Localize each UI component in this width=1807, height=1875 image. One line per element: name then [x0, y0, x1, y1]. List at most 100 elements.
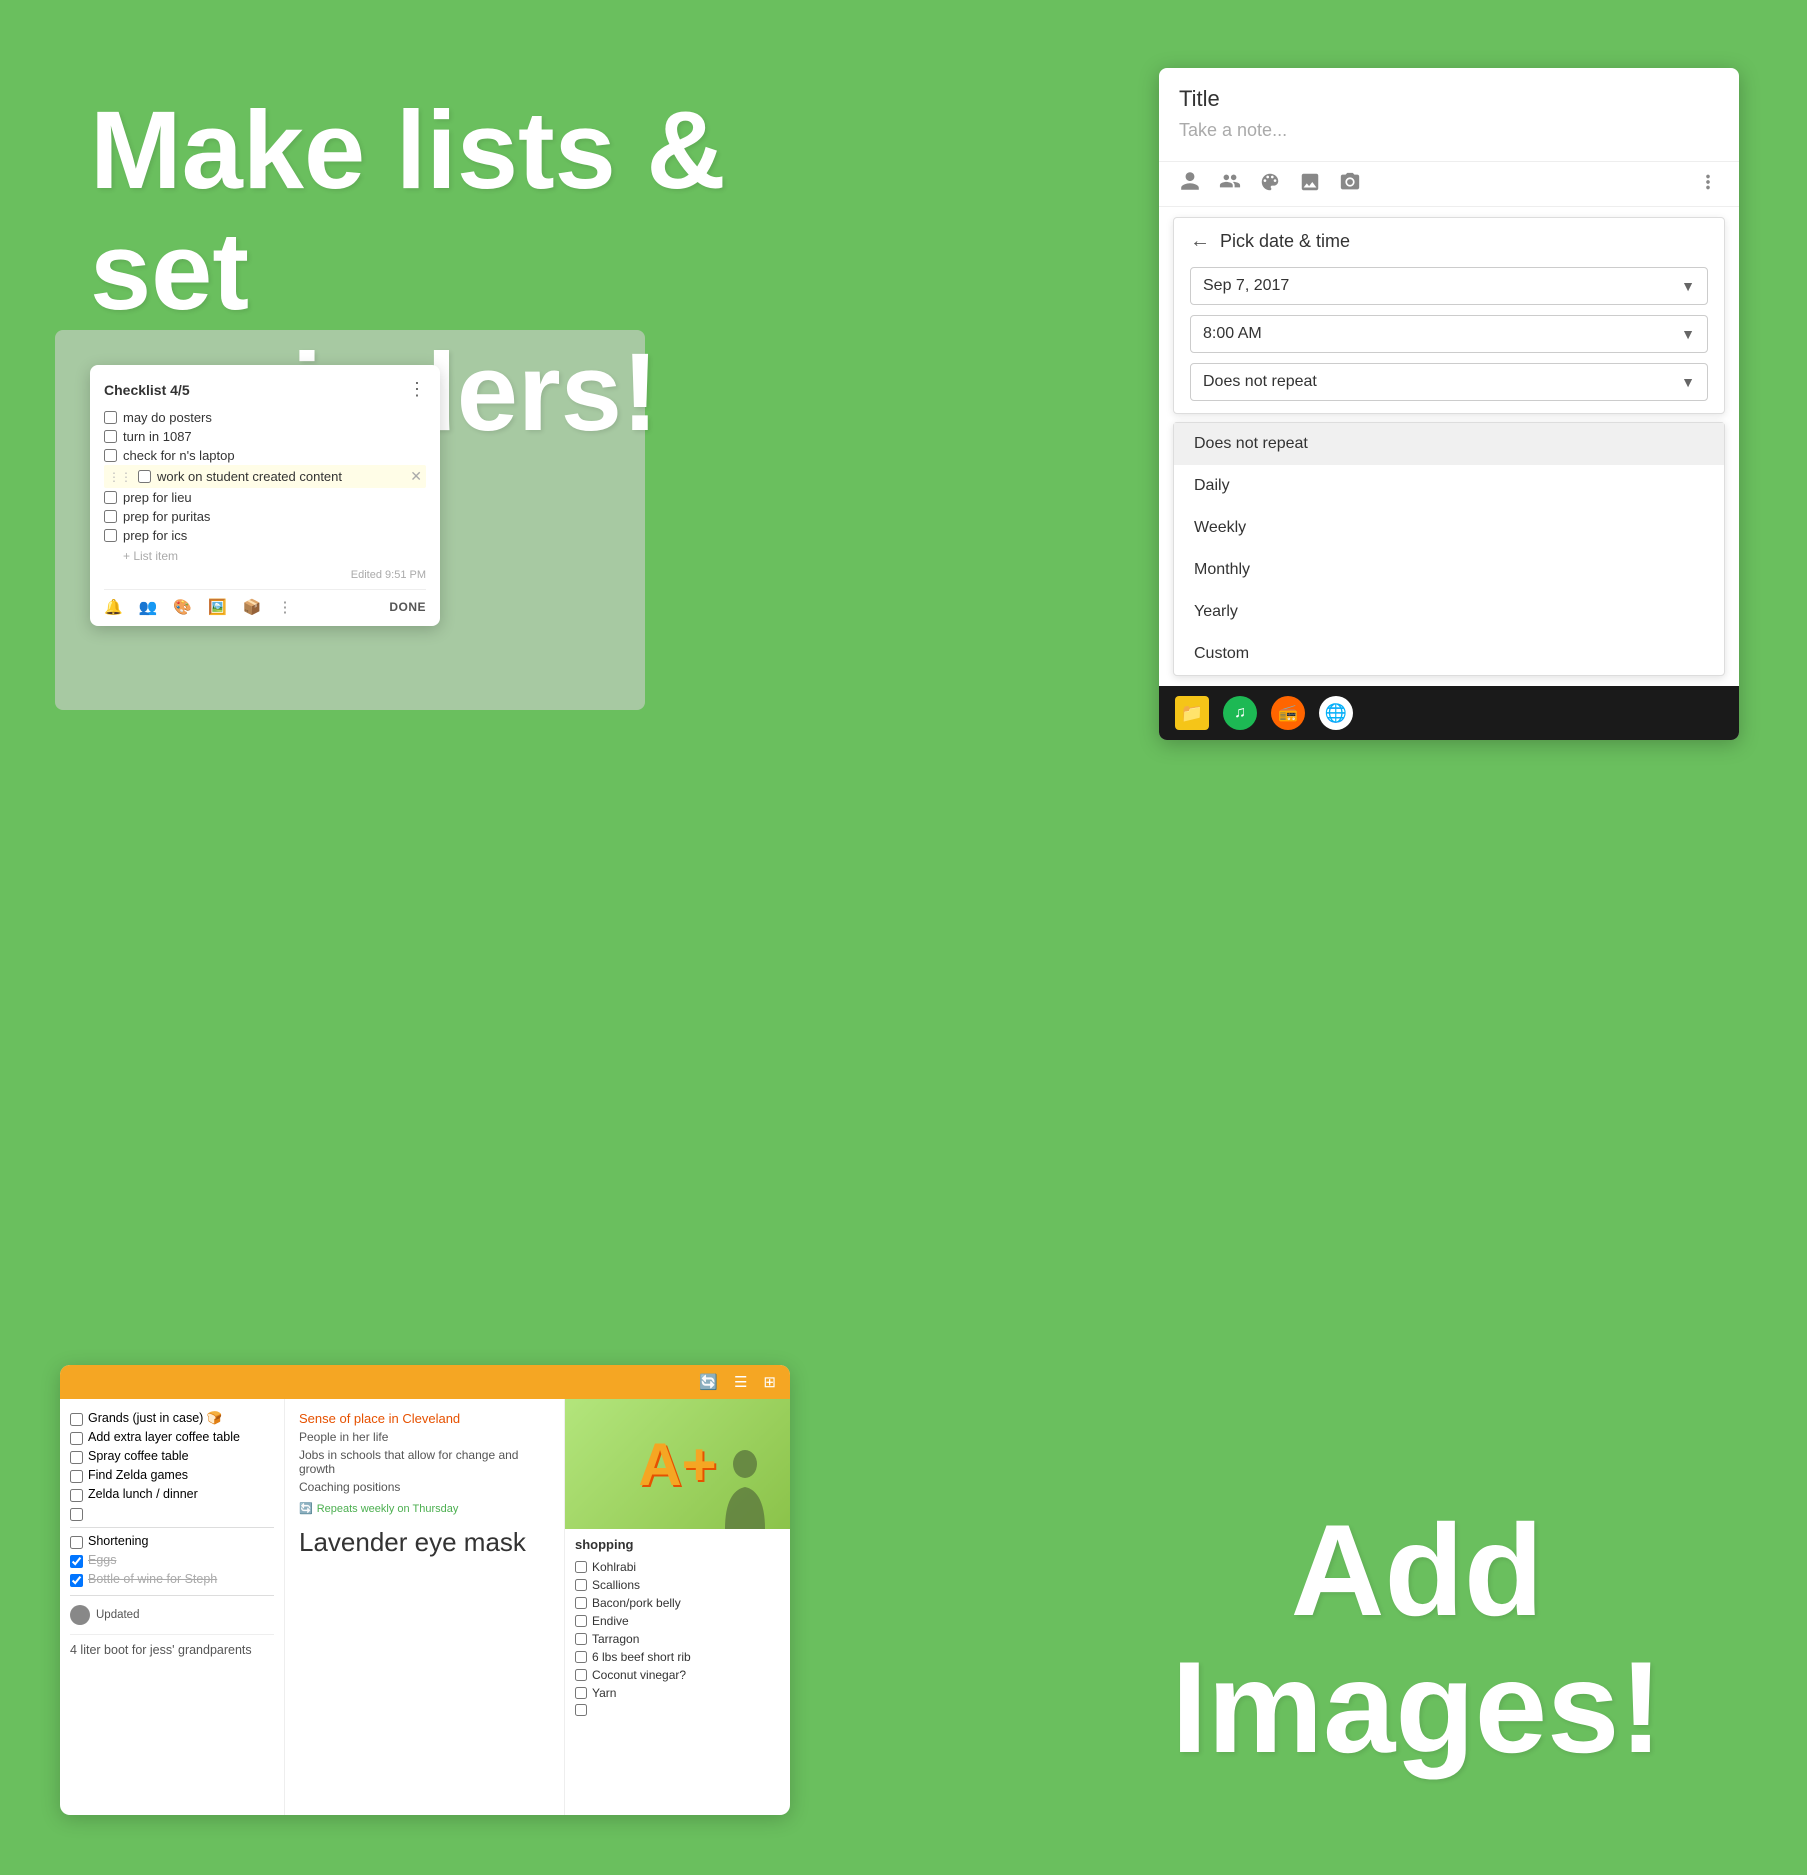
shopping-list-item: Endive — [575, 1612, 780, 1630]
palette-icon[interactable] — [1259, 171, 1281, 198]
check-wine[interactable] — [70, 1574, 83, 1587]
grid-icon[interactable]: ⊞ — [763, 1373, 776, 1391]
repeat-dropdown: Does not repeat Daily Weekly Monthly Yea… — [1173, 422, 1725, 676]
checklist-panel: Checklist 4/5 ⋮ may do posters turn in 1… — [90, 365, 440, 626]
people-icon[interactable] — [1219, 170, 1241, 198]
checklist-color-icon[interactable]: 🎨 — [173, 598, 192, 616]
drag-handle-icon[interactable]: ⋮⋮ — [108, 470, 132, 484]
repeat-option-weekly[interactable]: Weekly — [1174, 507, 1724, 549]
shopping-item-eggs: Eggs — [70, 1551, 274, 1570]
shopping-section-title: shopping — [575, 1537, 780, 1552]
pick-datetime-label: Pick date & time — [1220, 231, 1350, 252]
taskbar: 📁 ♫ 📻 🌐 — [1159, 686, 1739, 740]
taskbar-spotify-icon[interactable]: ♫ — [1223, 696, 1257, 730]
check-spray[interactable] — [70, 1451, 83, 1464]
list-icon[interactable]: ☰ — [734, 1373, 747, 1391]
shopping-item-coffee-table: Add extra layer coffee table — [70, 1428, 274, 1447]
sense-desc1: People in her life — [299, 1430, 550, 1444]
checklist-item: prep for puritas — [104, 507, 426, 526]
check-beef[interactable] — [575, 1651, 587, 1663]
shopping-right-col: A+ shopping Kohlrabi Scal — [565, 1399, 790, 1815]
check-endive[interactable] — [575, 1615, 587, 1627]
back-arrow-icon[interactable]: ← — [1190, 230, 1210, 253]
check-kohlrabi[interactable] — [575, 1561, 587, 1573]
add-list-item[interactable]: + List item — [104, 545, 426, 563]
check-extra[interactable] — [575, 1704, 587, 1716]
checklist-more-icon[interactable]: ⋮ — [277, 598, 292, 616]
refresh-icon[interactable]: 🔄 — [699, 1373, 718, 1391]
check-eggs[interactable] — [70, 1555, 83, 1568]
checklist-checkbox-3[interactable] — [104, 449, 117, 462]
reminder-title: Title — [1179, 86, 1719, 112]
taskbar-podcast-icon[interactable]: 📻 — [1271, 696, 1305, 730]
repeats-badge: 🔄 Repeats weekly on Thursday — [299, 1502, 550, 1515]
shopping-item-spray: Spray coffee table — [70, 1447, 274, 1466]
shopping-item-zelda-lunch: Zelda lunch / dinner — [70, 1485, 274, 1504]
check-shortening[interactable] — [70, 1536, 83, 1549]
check-tarragon[interactable] — [575, 1633, 587, 1645]
checklist-image-icon[interactable]: 🖼️ — [208, 598, 227, 616]
check-blank[interactable] — [70, 1508, 83, 1521]
shopping-item-shortening: Shortening — [70, 1532, 274, 1551]
person-icon[interactable] — [1179, 170, 1201, 198]
repeat-option-yearly[interactable]: Yearly — [1174, 591, 1724, 633]
checklist-checkbox-1[interactable] — [104, 411, 117, 424]
add-images-line2: Images! — [1117, 1639, 1717, 1776]
shopping-list-item: Kohlrabi — [575, 1558, 780, 1576]
time-row[interactable]: 8:00 AM ▼ — [1190, 315, 1708, 353]
checklist-checkbox-5[interactable] — [104, 491, 117, 504]
check-coconut[interactable] — [575, 1669, 587, 1681]
add-images-line1: Add — [1117, 1502, 1717, 1639]
sense-title: Sense of place in Cleveland — [299, 1411, 550, 1426]
sense-desc3: Coaching positions — [299, 1480, 550, 1494]
shopping-list-section: shopping Kohlrabi Scallions Bacon/pork b… — [565, 1529, 790, 1726]
endive-text: Endive — [592, 1614, 629, 1628]
reminder-note-placeholder: Take a note... — [1179, 120, 1719, 141]
check-grands[interactable] — [70, 1413, 83, 1426]
shopping-item-grands: Grands (just in case) 🍞 — [70, 1409, 274, 1428]
grade-a-area: A+ — [565, 1399, 790, 1529]
check-zelda-games[interactable] — [70, 1470, 83, 1483]
date-row[interactable]: Sep 7, 2017 ▼ — [1190, 267, 1708, 305]
shopping-list-item: 6 lbs beef short rib — [575, 1648, 780, 1666]
camera-icon[interactable] — [1339, 171, 1361, 198]
updated-row: Updated — [70, 1602, 274, 1628]
more-vert-icon[interactable] — [1697, 171, 1719, 198]
done-button[interactable]: DONE — [389, 600, 426, 614]
checklist-item: prep for lieu — [104, 488, 426, 507]
check-yarn[interactable] — [575, 1687, 587, 1699]
check-scallions[interactable] — [575, 1579, 587, 1591]
checklist-checkbox-2[interactable] — [104, 430, 117, 443]
repeat-row[interactable]: Does not repeat ▼ — [1190, 363, 1708, 401]
pick-datetime-panel: ← Pick date & time Sep 7, 2017 ▼ 8:00 AM… — [1173, 217, 1725, 414]
taskbar-chrome-icon[interactable]: 🌐 — [1319, 696, 1353, 730]
check-coffee-table[interactable] — [70, 1432, 83, 1445]
checklist-item: prep for ics — [104, 526, 426, 545]
time-dropdown-arrow: ▼ — [1681, 326, 1695, 342]
grade-letter: A+ — [638, 1430, 716, 1499]
check-bacon[interactable] — [575, 1597, 587, 1609]
checklist-menu-icon[interactable]: ⋮ — [408, 379, 426, 400]
repeat-value: Does not repeat — [1203, 373, 1317, 391]
checklist-bell-icon[interactable]: 🔔 — [104, 598, 123, 616]
repeat-option-does-not-repeat[interactable]: Does not repeat — [1174, 423, 1724, 465]
checklist-item: check for n's laptop — [104, 446, 426, 465]
repeat-option-monthly[interactable]: Monthly — [1174, 549, 1724, 591]
delete-item-icon[interactable]: ✕ — [410, 468, 422, 485]
checklist-checkbox-6[interactable] — [104, 510, 117, 523]
time-value: 8:00 AM — [1203, 325, 1262, 343]
checklist-people-icon[interactable]: 👥 — [139, 598, 158, 616]
checklist-archive-icon[interactable]: 📦 — [243, 598, 262, 616]
shopping-list-item: Bacon/pork belly — [575, 1594, 780, 1612]
checklist-checkbox-7[interactable] — [104, 529, 117, 542]
image-icon[interactable] — [1299, 171, 1321, 198]
shopping-list-item — [575, 1702, 780, 1718]
checklist-checkbox-4[interactable] — [138, 470, 151, 483]
spray-coffee-table-text: Spray coffee table — [88, 1449, 189, 1463]
date-value: Sep 7, 2017 — [1203, 277, 1289, 295]
repeat-option-daily[interactable]: Daily — [1174, 465, 1724, 507]
shopping-left-col: Grands (just in case) 🍞 Add extra layer … — [60, 1399, 285, 1815]
repeat-option-custom[interactable]: Custom — [1174, 633, 1724, 675]
taskbar-files-icon[interactable]: 📁 — [1175, 696, 1209, 730]
check-zelda-lunch[interactable] — [70, 1489, 83, 1502]
